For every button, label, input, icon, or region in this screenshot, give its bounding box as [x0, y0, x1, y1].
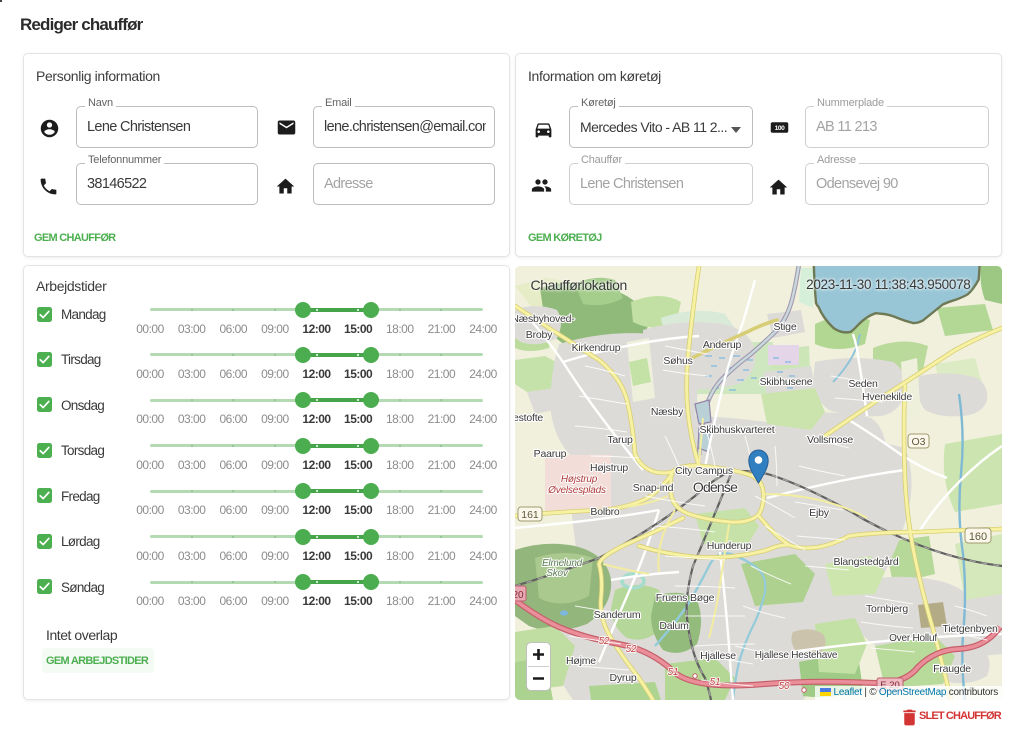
- svg-text:Skibhusene: Skibhusene: [760, 376, 813, 388]
- svg-text:Snap-ind: Snap-ind: [633, 482, 674, 494]
- svg-text:Ejby: Ejby: [809, 507, 830, 519]
- svg-text:Søhus: Søhus: [663, 355, 692, 367]
- svg-text:Skov: Skov: [546, 568, 569, 579]
- svg-text:Paarup: Paarup: [534, 448, 567, 460]
- svg-text:Højme: Højme: [566, 655, 596, 667]
- svg-text:Dyrup: Dyrup: [609, 672, 636, 684]
- svg-text:estofte: estofte: [515, 412, 543, 424]
- svg-text:Højstrup: Højstrup: [590, 462, 628, 474]
- svg-text:Anderup: Anderup: [703, 339, 742, 351]
- svg-text:Odense: Odense: [693, 479, 738, 495]
- svg-text:Fraugde: Fraugde: [933, 663, 971, 675]
- svg-text:Tornbjerg: Tornbjerg: [866, 603, 908, 615]
- svg-text:Over Holluf: Over Holluf: [889, 633, 937, 644]
- svg-text:160: 160: [969, 531, 987, 543]
- svg-text:Tietgenbyen: Tietgenbyen: [942, 623, 998, 635]
- svg-text:Vollsmose: Vollsmose: [807, 434, 853, 446]
- svg-text:161: 161: [521, 509, 539, 521]
- svg-text:Blangstedgård: Blangstedgård: [833, 556, 898, 568]
- svg-text:52: 52: [599, 636, 610, 647]
- svg-text:51: 51: [710, 677, 721, 688]
- svg-text:Kirkendrup: Kirkendrup: [572, 342, 621, 354]
- svg-text:Broby: Broby: [526, 329, 553, 341]
- svg-text:100: 100: [775, 125, 786, 132]
- svg-text:Øvelsesplads: Øvelsesplads: [547, 485, 606, 496]
- svg-text:Næsbyhoved-: Næsbyhoved-: [515, 313, 575, 325]
- svg-text:Hunderup: Hunderup: [707, 540, 752, 552]
- svg-text:Stige: Stige: [774, 321, 797, 333]
- svg-text:Skibhuskvarteret: Skibhuskvarteret: [699, 424, 774, 436]
- svg-text:Seden: Seden: [848, 378, 878, 390]
- svg-text:Sanderum: Sanderum: [594, 609, 641, 621]
- svg-text:O3: O3: [911, 436, 925, 448]
- svg-text:20: 20: [515, 590, 524, 601]
- svg-text:Hjallese Hestehave: Hjallese Hestehave: [755, 650, 838, 661]
- svg-text:City Campus: City Campus: [675, 465, 733, 477]
- svg-text:Tarup: Tarup: [607, 434, 633, 446]
- svg-text:Næsby: Næsby: [651, 406, 684, 418]
- svg-text:Hjallese: Hjallese: [700, 650, 736, 662]
- svg-text:Fruens Bøge: Fruens Bøge: [656, 592, 715, 604]
- svg-text:Højstrup: Højstrup: [561, 474, 598, 485]
- svg-text:Hvenekilde: Hvenekilde: [862, 391, 912, 403]
- svg-text:50: 50: [779, 681, 790, 692]
- svg-text:Dalum: Dalum: [659, 620, 689, 632]
- svg-text:51: 51: [668, 667, 679, 678]
- svg-text:Bolbro: Bolbro: [590, 506, 620, 518]
- svg-text:52: 52: [626, 644, 637, 655]
